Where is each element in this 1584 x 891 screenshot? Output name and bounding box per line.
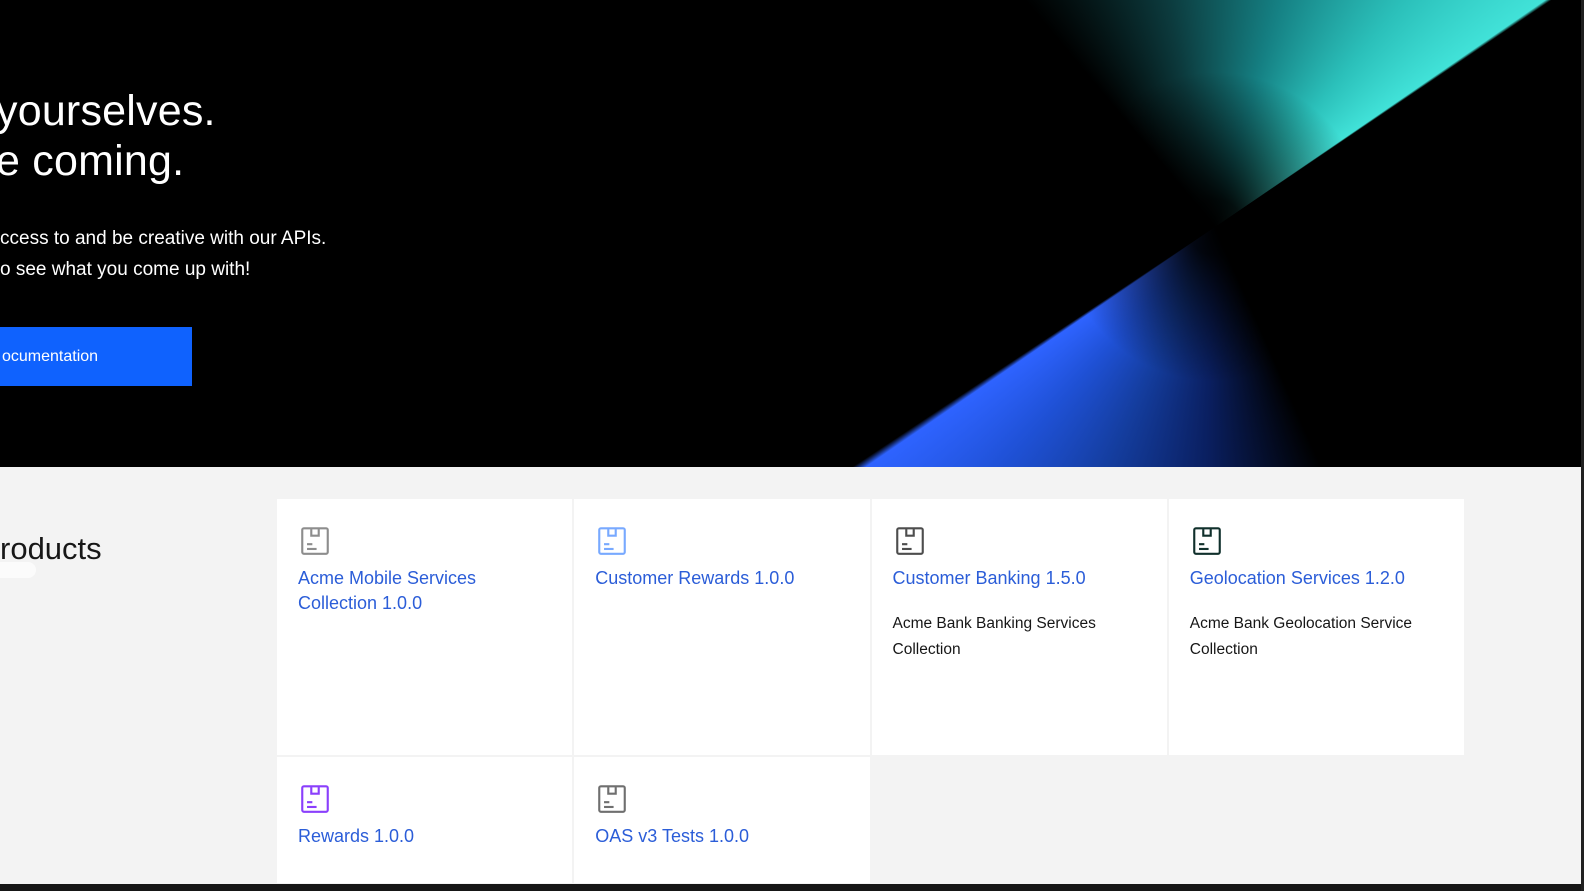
hero-subtext-line-2: o see what you come up with! <box>0 254 326 285</box>
product-title-link[interactable]: Customer Rewards 1.0.0 <box>595 566 794 591</box>
product-description: Acme Bank Banking Services Collection <box>893 611 1135 663</box>
hero-heading: yourselves. e coming. <box>0 86 216 186</box>
product-card[interactable]: OAS v3 Tests 1.0.0 <box>574 757 869 883</box>
product-card[interactable]: Geolocation Services 1.2.0 Acme Bank Geo… <box>1169 499 1464 755</box>
product-card[interactable]: Acme Mobile Services Collection 1.0.0 <box>277 499 572 755</box>
hero-banner: yourselves. e coming. ccess to and be cr… <box>0 0 1584 467</box>
documentation-button[interactable]: ocumentation <box>0 327 192 386</box>
package-icon <box>893 524 927 558</box>
hero-heading-line-1: yourselves. <box>0 86 216 136</box>
product-title-link[interactable]: Customer Banking 1.5.0 <box>893 566 1086 591</box>
product-card[interactable]: Rewards 1.0.0 <box>277 757 572 883</box>
portal-page: yourselves. e coming. ccess to and be cr… <box>0 0 1584 891</box>
product-card[interactable]: Customer Banking 1.5.0 Acme Bank Banking… <box>872 499 1167 755</box>
product-card-grid: Acme Mobile Services Collection 1.0.0 Cu… <box>277 499 1464 885</box>
hero-subtext-line-1: ccess to and be creative with our APIs. <box>0 223 326 254</box>
package-icon <box>595 782 629 816</box>
package-icon <box>298 782 332 816</box>
product-title-link[interactable]: Rewards 1.0.0 <box>298 824 414 849</box>
package-icon <box>1190 524 1224 558</box>
product-description: Acme Bank Geolocation Service Collection <box>1190 611 1432 663</box>
product-title-link[interactable]: OAS v3 Tests 1.0.0 <box>595 824 749 849</box>
product-title-link[interactable]: Acme Mobile Services Collection 1.0.0 <box>298 566 550 616</box>
package-icon <box>595 524 629 558</box>
product-title-link[interactable]: Geolocation Services 1.2.0 <box>1190 566 1405 591</box>
empty-grid-cell <box>872 757 1167 883</box>
hero-subtext: ccess to and be creative with our APIs. … <box>0 223 326 285</box>
hero-heading-line-2: e coming. <box>0 136 216 186</box>
screen-bottom-bar <box>0 884 1584 891</box>
empty-grid-cell <box>1169 757 1464 883</box>
product-card[interactable]: Customer Rewards 1.0.0 <box>574 499 869 755</box>
package-icon <box>298 524 332 558</box>
partial-white-pill <box>0 562 36 578</box>
